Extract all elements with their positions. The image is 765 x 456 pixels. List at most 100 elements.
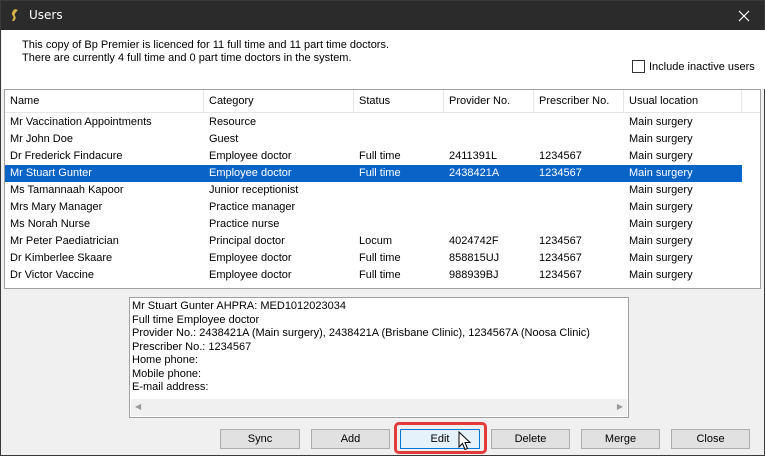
table-row[interactable]: Mr Vaccination Appointments Resource Main … bbox=[5, 114, 742, 131]
cell-provider-no: 2438421A bbox=[449, 167, 500, 179]
edit-button-highlight bbox=[394, 422, 487, 454]
include-inactive-label: Include inactive users bbox=[649, 60, 755, 73]
doctor-count-text: There are currently 4 full time and 0 pa… bbox=[22, 52, 352, 64]
cell-prescriber-no bbox=[534, 182, 624, 199]
detail-line: Provider No.: 2438421A (Main surgery), 2… bbox=[132, 327, 590, 339]
cell-provider-no: 2411391L bbox=[449, 150, 498, 162]
cell-category: Practice manager bbox=[209, 201, 296, 213]
cell-usual-location: Main surgery bbox=[629, 252, 693, 264]
cell-usual-location: Main surgery bbox=[629, 167, 693, 179]
cell-prescriber-no: 1234567 bbox=[539, 252, 582, 264]
table-row[interactable]: Dr Victor Vaccine Employee doctor Full tim… bbox=[5, 267, 742, 284]
scroll-right-icon[interactable]: ▶ bbox=[617, 402, 623, 411]
cell-category: Guest bbox=[209, 133, 239, 145]
include-inactive-checkbox[interactable]: Include inactive users bbox=[632, 60, 755, 73]
table-row[interactable]: Dr Kimberlee Skaare Employee doctor Full t… bbox=[5, 250, 742, 267]
cell-prescriber-no: 1234567 bbox=[539, 235, 582, 247]
user-details-panel: Mr Stuart Gunter AHPRA: MED1012023034 Ful… bbox=[129, 297, 629, 418]
cell-usual-location: Main surgery bbox=[629, 116, 693, 128]
cell-prescriber-no bbox=[534, 199, 624, 216]
cell-name: Ms Norah Nurse bbox=[10, 218, 91, 230]
cell-prescriber-no bbox=[534, 114, 624, 131]
cell-prescriber-no: 1234567 bbox=[539, 167, 582, 179]
cell-name: Mr Vaccination Appointments bbox=[10, 116, 152, 128]
delete-button[interactable]: Delete bbox=[491, 429, 570, 449]
detail-line: Mobile phone: bbox=[132, 367, 202, 380]
add-button[interactable]: Add bbox=[311, 429, 390, 449]
cell-usual-location: Main surgery bbox=[629, 133, 693, 145]
cell-name: Dr Victor Vaccine bbox=[10, 269, 94, 281]
cell-provider-no bbox=[444, 182, 534, 199]
cell-provider-no: 988939BJ bbox=[449, 269, 499, 281]
cell-provider-no bbox=[444, 131, 534, 148]
cell-provider-no: 4024742F bbox=[449, 235, 499, 247]
cell-category: Junior receptionist bbox=[209, 184, 299, 196]
table-row[interactable]: Mr Peter Paediatrician Principal doctor Lo… bbox=[5, 233, 742, 250]
detail-line: E-mail address: bbox=[132, 381, 209, 393]
window-close-button[interactable] bbox=[724, 1, 764, 30]
column-header-usual-location[interactable]: Usual location bbox=[624, 90, 742, 113]
title-bar: Users bbox=[1, 1, 764, 30]
cell-category: Resource bbox=[209, 116, 257, 128]
column-header-name[interactable]: Name bbox=[5, 90, 204, 113]
table-row[interactable]: Mrs Mary Manager Practice manager Main sur… bbox=[5, 199, 742, 216]
window-title: Users bbox=[29, 8, 63, 22]
merge-button[interactable]: Merge bbox=[581, 429, 660, 449]
cell-usual-location: Main surgery bbox=[629, 269, 693, 281]
detail-line: Home phone: bbox=[132, 354, 199, 366]
table-header: Name Category Status Provider No. Prescr… bbox=[5, 90, 760, 113]
table-row[interactable]: Ms Norah Nurse Practice nurse Main surgery bbox=[5, 216, 742, 233]
cell-name: Mrs Mary Manager bbox=[10, 201, 103, 213]
detail-line: Prescriber No.: 1234567 bbox=[132, 340, 252, 353]
cell-usual-location: Main surgery bbox=[629, 218, 693, 230]
horizontal-scrollbar[interactable]: ◀ ▶ bbox=[131, 399, 627, 416]
cell-category: Employee doctor bbox=[209, 269, 292, 281]
cell-status: Full time bbox=[359, 167, 401, 179]
cell-status: Full time bbox=[359, 252, 401, 264]
column-header-category[interactable]: Category bbox=[204, 90, 354, 113]
sync-button[interactable]: Sync bbox=[220, 429, 300, 449]
cell-category: Principal doctor bbox=[209, 235, 285, 247]
cell-name: Mr John Doe bbox=[10, 133, 73, 145]
table-row[interactable]: Ms Tamannaah Kapoor Junior receptionist Ma… bbox=[5, 182, 742, 199]
detail-line: Full time Employee doctor bbox=[132, 313, 260, 326]
cell-category: Practice nurse bbox=[209, 218, 280, 230]
licence-panel: This copy of Bp Premier is licenced for … bbox=[2, 30, 765, 89]
column-header-status[interactable]: Status bbox=[354, 90, 444, 113]
cell-usual-location: Main surgery bbox=[629, 235, 693, 247]
licence-text: This copy of Bp Premier is licenced for … bbox=[22, 39, 390, 51]
table-row[interactable]: Mr John Doe Guest Main surgery bbox=[5, 131, 742, 148]
column-header-prescriber-no[interactable]: Prescriber No. bbox=[534, 90, 624, 113]
cell-status bbox=[354, 182, 444, 199]
cell-status bbox=[354, 199, 444, 216]
cell-provider-no bbox=[444, 114, 534, 131]
cell-prescriber-no bbox=[534, 216, 624, 233]
close-button[interactable]: Close bbox=[671, 429, 750, 449]
cell-usual-location: Main surgery bbox=[629, 150, 693, 162]
cell-provider-no: 858815UJ bbox=[449, 252, 500, 264]
cell-category: Employee doctor bbox=[209, 252, 292, 264]
cell-status: Full time bbox=[359, 269, 401, 281]
cell-status: Full time bbox=[359, 150, 401, 162]
cell-prescriber-no: 1234567 bbox=[539, 269, 582, 281]
bp-premier-icon bbox=[11, 9, 18, 21]
cell-status: Locum bbox=[359, 235, 393, 247]
column-header-provider-no[interactable]: Provider No. bbox=[444, 90, 534, 113]
cell-provider-no bbox=[444, 216, 534, 233]
scroll-left-icon[interactable]: ◀ bbox=[135, 402, 141, 411]
cell-name: Mr Peter Paediatrician bbox=[10, 235, 119, 247]
cell-prescriber-no: 1234567 bbox=[539, 150, 582, 162]
cell-provider-no bbox=[444, 199, 534, 216]
table-row[interactable]: Dr Frederick Findacure Employee doctor Ful… bbox=[5, 148, 742, 165]
cell-usual-location: Main surgery bbox=[629, 201, 693, 213]
users-table[interactable]: Name Category Status Provider No. Prescr… bbox=[4, 89, 761, 289]
table-row[interactable]: Mr Stuart Gunter Employee doctor Full time… bbox=[5, 165, 742, 182]
cell-name: Dr Kimberlee Skaare bbox=[10, 252, 113, 264]
close-icon bbox=[738, 10, 750, 21]
checkbox-box[interactable] bbox=[632, 60, 645, 73]
cell-name: Mr Stuart Gunter bbox=[10, 167, 92, 179]
users-window: Users This copy of Bp Premier is licence… bbox=[0, 0, 765, 456]
cell-name: Ms Tamannaah Kapoor bbox=[10, 184, 124, 196]
cell-category: Employee doctor bbox=[209, 150, 292, 162]
cell-prescriber-no bbox=[534, 131, 624, 148]
